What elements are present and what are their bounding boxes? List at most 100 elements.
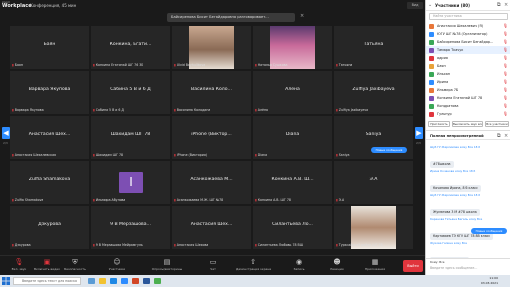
video-tile[interactable]: Zulfiya Jaxibayeva ▮Zulfiya Jaxibayeva [334,71,413,114]
tile-label-text: Баян [14,63,23,67]
video-tile[interactable]: ▮Наталья Сушкова [253,26,332,69]
word-icon[interactable] [143,278,150,284]
tile-label-text: Ильмира Абулова [95,198,126,202]
video-tile[interactable]: Алёна ▮Алёна [253,71,332,114]
toolbar-shield-button[interactable]: ⛨ Безопасность [58,258,92,271]
video-tile[interactable]: Анастасия Шех... ▮Анастасия Шехалевская [10,116,89,159]
participant-row[interactable]: Конкина Егатинай ШГ 78 🎙 [426,94,510,102]
powerpoint-icon[interactable] [132,278,139,284]
windows-start-icon[interactable] [2,277,10,285]
video-tile[interactable]: Силантьева Ло... ▮Силантьева Любовь 78 ВШ [253,206,332,249]
taskbar-clock[interactable]: 11:00 03.03.2021 [481,276,498,286]
tile-name-label: ▮Шахидам ШГ 78 [93,153,123,157]
participant-row[interactable]: Кондратова 🎙 [426,102,510,110]
file-explorer-icon[interactable] [99,278,106,284]
mic-muted-icon: ▮ [174,63,176,67]
close-icon[interactable]: × [504,133,508,139]
leave-button[interactable]: Выйти [403,260,423,272]
toolbar-chat-button[interactable]: ▭ Чат [196,258,230,271]
zoom-app-icon[interactable] [121,278,128,284]
video-tile[interactable]: Татьяна ▮Татьяна [334,26,413,69]
chat-title: Полная непросмотренной [430,134,484,138]
participant-row[interactable]: адрия 🎙 [426,54,510,62]
toolbar-label: Участники [108,267,126,271]
toolbar-apps-button[interactable]: ▦ Приложения [358,258,392,271]
video-tile[interactable]: I ▮Ильмира Абулова [91,161,170,204]
tile-name-label: ▮Конкина А.В. ШГ 78 [255,198,291,202]
tile-name-label: ▮Сабина 5 В и 6 Д [93,108,124,112]
mic-muted-icon: ▮ [93,63,95,67]
participant-row[interactable]: Ирина 🎙 [426,78,510,86]
meeting-area: zoom Workplace Конференция, 45 мин Вид Б… [0,0,425,275]
toolbar-participants-button[interactable]: ☺ Участники [100,258,134,271]
mute-all-button[interactable]: Выключить звук всех [452,121,483,127]
video-tile[interactable]: ▮Ulvid Bayhulikova [172,26,251,69]
participant-row[interactable]: Тамара Ткачук 🎙 [426,46,510,54]
tile-display-name: Варвара Якупова [28,87,71,92]
participant-row[interactable]: Ильхан 🎙 [426,70,510,78]
chat-recipient[interactable]: Кому: Все [430,260,444,264]
toolbar-reactions-button[interactable]: ☻ Реакции [320,258,354,271]
video-tile[interactable]: Diana ▮Diana [253,116,332,159]
participant-row[interactable]: ЮГУ ШГ №78 (Организатор) 🎙 [426,30,510,38]
video-tile[interactable]: Анастасия Шех... ▮Анастасия Шехова [172,206,251,249]
toolbar-poll-button[interactable]: ▤ Опросы/викторины [150,258,184,271]
toolbar-label: Безопасность [64,267,86,271]
video-tile[interactable]: ▮Турксайский район ШГ 78 [334,206,413,249]
close-icon[interactable]: × [504,2,508,8]
video-tile[interactable]: Василина Коло... ▮Василина Колодина [172,71,251,114]
mic-muted-icon: ▮ [93,198,95,202]
toolbar-record-button[interactable]: ◉ Запись [282,258,316,271]
taskbar-search-input[interactable]: Введите здесь текст для поиска [13,277,81,285]
mic-muted-icon: 🎙 [502,71,508,76]
participant-row[interactable]: Гульнур 🎙 [426,110,510,118]
tile-name-label: ▮Турксайский район ШГ 78 [336,243,383,247]
invite-button[interactable]: Пригласить [428,121,450,127]
toolbar-share-screen-button[interactable]: ⇧ Демонстрация экрана [236,258,271,271]
popout-icon[interactable]: ⧉ [497,133,501,139]
chrome-icon[interactable] [154,278,161,284]
more-button[interactable]: Все участники [485,121,509,127]
tile-name-label: ▮Конкина Егатинай ШГ 76 3Б [93,63,143,67]
prev-page-arrow[interactable]: ◀ [2,127,10,139]
video-tile[interactable]: Zulfia Shamakova ▮Zulfia Shamakova [10,161,89,204]
tile-label-text: Анастасия Шехалевская [14,153,56,157]
participant-row[interactable]: Ильмира 7Б 🎙 [426,86,510,94]
popout-icon[interactable]: ⧉ [497,2,501,8]
tile-label-text: Наталья Сушкова [257,63,288,67]
mic-muted-icon: ▮ [93,108,95,112]
participants-title: Участники (80) [435,3,470,8]
video-tile[interactable]: iPhone (Виктор... ▮iPhone (Виктория) [172,116,251,159]
edge-icon[interactable] [110,278,117,284]
video-tile[interactable]: Асанкожаева М... ▮Асанкожаева М.Ж. ШГ №78 [172,161,251,204]
close-icon[interactable]: × [300,13,304,19]
participant-row[interactable]: Баян 🎙 [426,62,510,70]
video-tile[interactable]: Баян ▮Баян [10,26,89,69]
tile-label-text: Дзкурова [14,243,31,247]
tile-display-name: Анастасия Шех... [190,222,233,227]
video-tile[interactable]: Конкина А.В. Ш... ▮Конкина А.В. ШГ 78 [253,161,332,204]
mic-muted-icon: ▮ [12,243,14,247]
video-tile[interactable]: Варвара Якупова ▮Варвара Якупова [10,71,89,114]
participant-row[interactable]: Анастасия Шехалевич (Я) 🎙 [426,22,510,30]
video-tile[interactable]: 9 В Мерзашова... ▮9 В Мерзашова Мейрамгул… [91,206,170,249]
video-tile[interactable]: Конкина, Егати... ▮Конкина Егатинай ШГ 76… [91,26,170,69]
chat-message-text: Кочанова Ирина, 8 б класс [430,185,481,192]
video-tile[interactable]: Э.А ▮Э.А [334,161,413,204]
view-button[interactable]: Вид [407,2,423,9]
task-view-icon[interactable] [88,278,95,284]
participant-row[interactable]: Байсиренова Бисит Бегайдар... 🎙 [426,38,510,46]
share-screen-icon: ⇧ [250,258,256,266]
tile-display-name: 9 В Мерзашова... [110,222,151,227]
video-tile[interactable]: Шахидам ШГ 78 ▮Шахидам ШГ 78 [91,116,170,159]
mic-muted-icon: 🎙 [502,111,508,116]
video-tile[interactable]: Дзкурова ▮Дзкурова [10,206,89,249]
new-messages-pill-bottom[interactable]: Новые сообщения [471,228,507,234]
video-tile[interactable]: Сабина 5 В и 6 Д ▮Сабина 5 В и 6 Д [91,71,170,114]
next-page-arrow[interactable]: ▶ [415,127,423,139]
chevron-down-icon[interactable]: ⌄ [428,2,432,8]
tile-label-text: Сабина 5 В и 6 Д [95,108,124,112]
new-messages-pill-top[interactable]: Новые сообщения [371,147,407,153]
participant-search-input[interactable]: Найти участника [429,13,508,20]
chat-input[interactable]: Введите здесь сообщение... [430,266,477,270]
